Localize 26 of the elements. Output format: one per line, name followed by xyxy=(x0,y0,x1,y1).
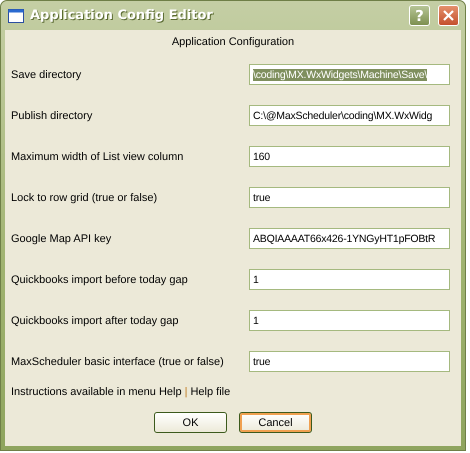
window-title: Application Config Editor xyxy=(30,8,214,23)
window-icon xyxy=(8,8,24,22)
setting-label: MaxScheduler basic interface (true or false) xyxy=(11,356,224,368)
setting-label: Quickbooks import after today gap xyxy=(11,314,179,326)
close-icon xyxy=(443,10,454,21)
instructions-text: Instructions available in menu Help xyxy=(11,386,182,398)
text-field[interactable]: true xyxy=(249,187,450,208)
text-field[interactable]: 1 xyxy=(249,269,450,290)
separator: | xyxy=(184,386,188,398)
setting-label: Quickbooks import before today gap xyxy=(11,274,188,286)
setting-label: Lock to row grid (true or false) xyxy=(11,192,158,204)
text-field[interactable]: C:\@MaxScheduler\coding\MX.WxWidg xyxy=(249,105,450,126)
dialog-heading: Application Configuration xyxy=(172,36,294,48)
close-button[interactable] xyxy=(438,5,459,26)
setting-label: Save directory xyxy=(11,68,82,80)
text-field[interactable]: ABQIAAAAT66x426-1YNGyHT1pFOBtR xyxy=(249,228,450,249)
text-field[interactable]: \coding\MX.WxWidgets\Machine\Save\ xyxy=(249,64,450,85)
setting-label: Publish directory xyxy=(11,110,92,122)
setting-label: Maximum width of List view column xyxy=(11,150,184,162)
help-file-link[interactable]: Help file xyxy=(190,386,230,398)
dialog-button[interactable]: OK xyxy=(154,412,227,433)
setting-label: Google Map API key xyxy=(11,232,112,244)
text-field[interactable]: 160 xyxy=(249,146,450,167)
text-field[interactable]: true xyxy=(249,351,450,372)
text-field[interactable]: 1 xyxy=(249,310,450,331)
dialog-button[interactable]: Cancel xyxy=(239,412,312,433)
